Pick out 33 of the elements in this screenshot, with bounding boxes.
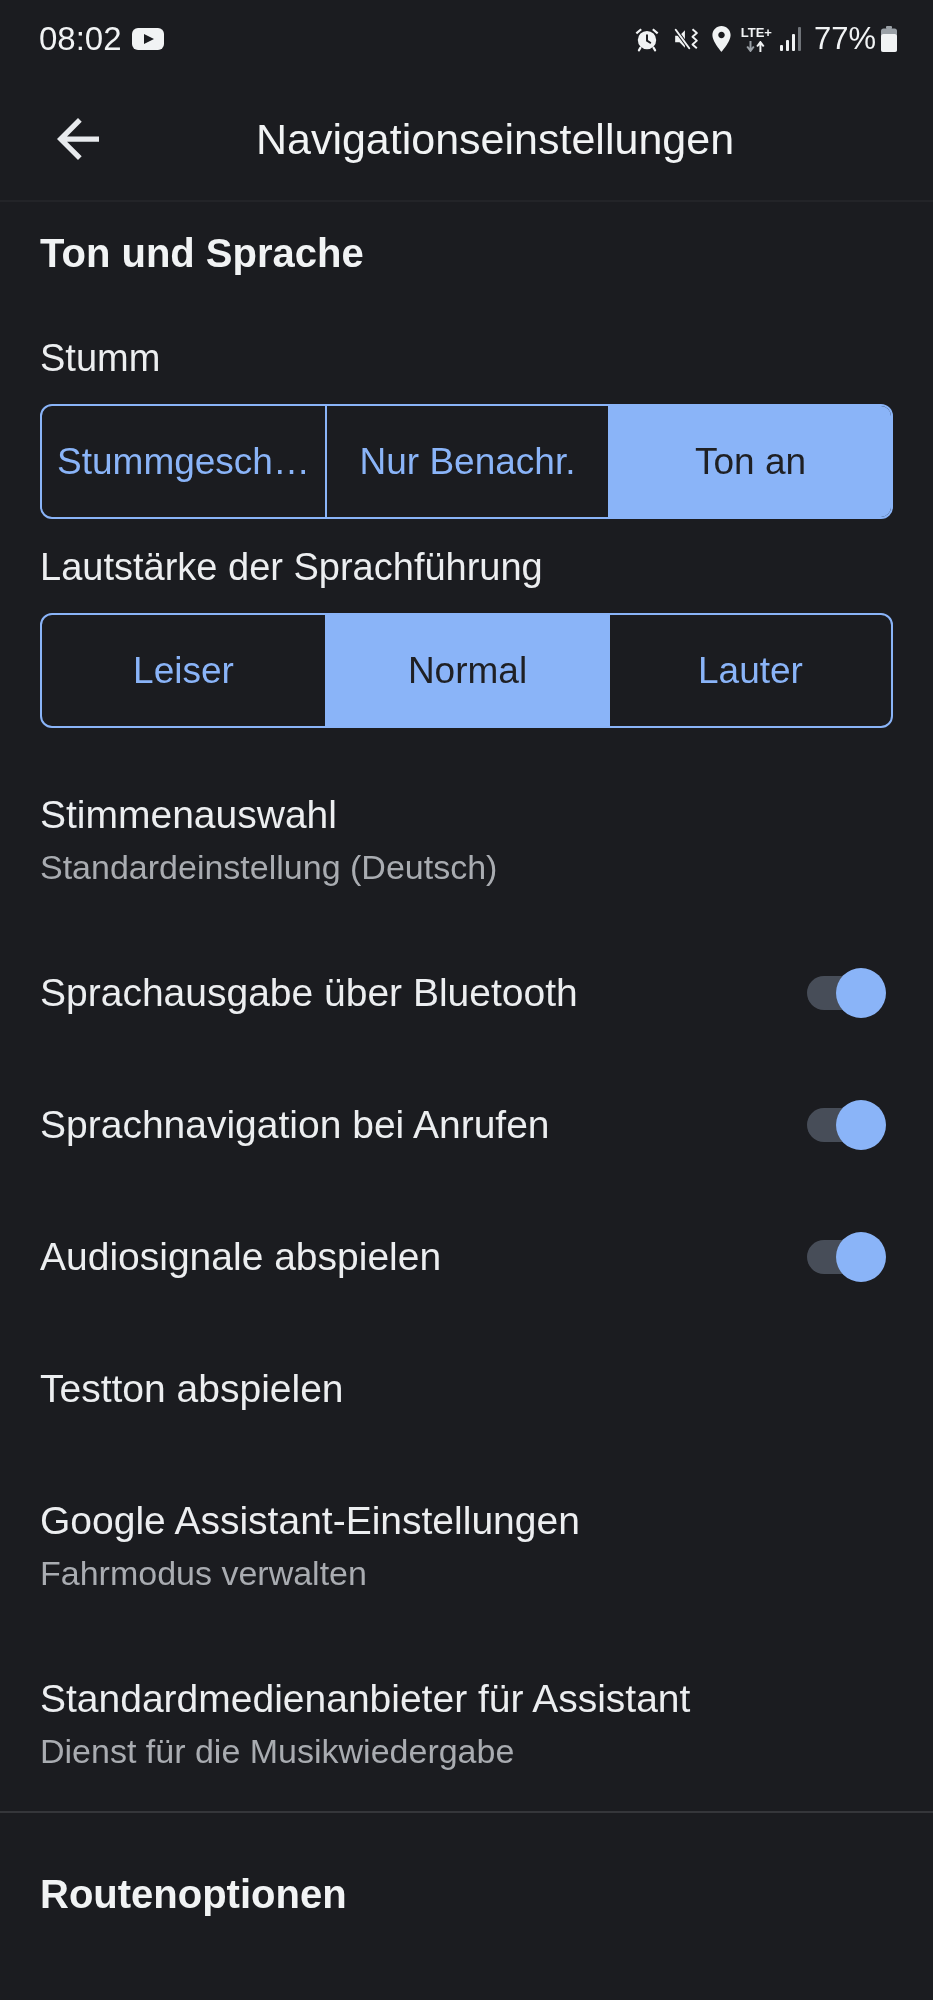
- segment-option[interactable]: Lauter: [608, 615, 891, 726]
- toggle-switch[interactable]: [807, 968, 886, 1018]
- setting-label: Sprachausgabe über Bluetooth: [40, 971, 578, 1015]
- screen-title: Navigationseinstellungen: [255, 114, 735, 165]
- location-pin-icon: [711, 26, 731, 52]
- setting-item-subtitle: Dienst für die Musikwiedergabe: [40, 1731, 515, 1771]
- toggle-switch[interactable]: [807, 1100, 886, 1150]
- setting-label: Lautstärke der Sprachführung: [40, 547, 544, 587]
- setting-label: Stumm: [40, 338, 162, 378]
- network-type-label: LTE+: [740, 26, 772, 40]
- setting-item-title[interactable]: Testton abspielen: [40, 1367, 344, 1411]
- toggle-switch[interactable]: [807, 1232, 886, 1282]
- segment-option[interactable]: Leiser: [42, 615, 325, 726]
- section-heading: Ton und Sprache: [39, 230, 365, 276]
- battery-percentage: 77%: [813, 21, 876, 57]
- status-time: 08:02: [39, 19, 122, 59]
- data-arrows-icon: [746, 41, 767, 52]
- signal-bars-icon: [779, 27, 802, 51]
- segment-option[interactable]: Ton an: [608, 406, 891, 517]
- setting-item-title[interactable]: Stimmenauswahl: [40, 793, 337, 837]
- setting-item-title[interactable]: Google Assistant-Einstellungen: [40, 1499, 580, 1543]
- setting-label: Sprachnavigation bei Anrufen: [40, 1103, 550, 1147]
- section-heading: Routenoptionen: [39, 1871, 348, 1917]
- segment-option[interactable]: Stummgesch…: [42, 406, 325, 517]
- setting-label: Audiosignale abspielen: [40, 1235, 442, 1279]
- setting-item-subtitle: Fahrmodus verwalten: [40, 1553, 367, 1593]
- setting-item-subtitle: Standardeinstellung (Deutsch): [40, 847, 498, 887]
- segment-option[interactable]: Normal: [325, 615, 608, 726]
- back-arrow-icon[interactable]: [57, 118, 99, 160]
- alarm-clock-icon: [633, 26, 660, 52]
- battery-icon: [881, 26, 897, 52]
- setting-item-title[interactable]: Standardmedienanbieter für Assistant: [40, 1677, 691, 1721]
- video-play-icon: [131, 28, 164, 50]
